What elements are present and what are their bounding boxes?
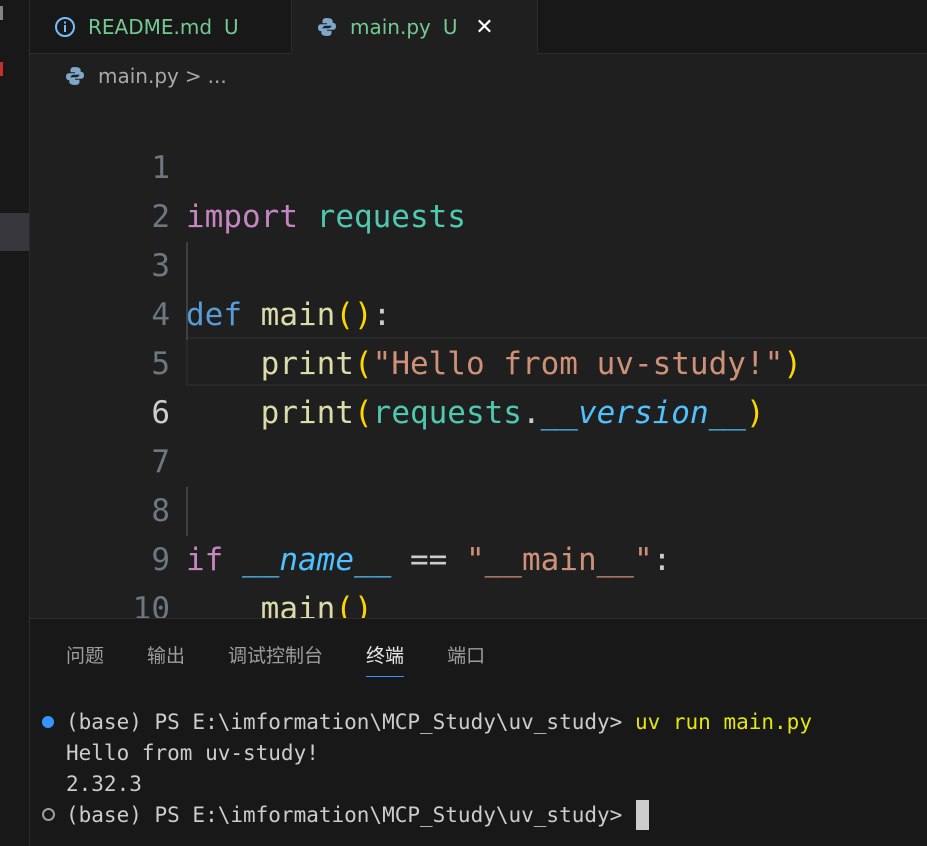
tab-output[interactable]: 输出 xyxy=(147,641,185,677)
code-line: 6 xyxy=(30,340,927,431)
tab-terminal[interactable]: 终端 xyxy=(366,641,405,677)
terminal-output: Hello from uv-study! xyxy=(66,741,319,765)
terminal-prompt: (base) PS E:\imformation\MCP_Study\uv_st… xyxy=(66,710,635,734)
tab-problems[interactable]: 问题 xyxy=(66,641,104,677)
code-line: 9 main() xyxy=(30,487,927,627)
command-idle-icon[interactable] xyxy=(42,808,55,821)
breadcrumb-symbol[interactable]: ... xyxy=(208,64,227,88)
tab-main-py[interactable]: main.py U ✕ xyxy=(292,0,538,54)
code-line: 5 print(requests.__version__) xyxy=(30,291,927,431)
code-line: 3 def main(): xyxy=(30,193,927,333)
code-editor[interactable]: 1 import requests 2 3 def main(): 4 prin… xyxy=(30,95,927,627)
terminal-command: uv run main.py xyxy=(634,710,812,734)
breadcrumb: main.py > ... xyxy=(64,62,227,90)
close-icon[interactable]: ✕ xyxy=(474,15,496,40)
code-line: 1 import requests xyxy=(30,95,927,235)
terminal-cursor xyxy=(636,800,650,830)
code-line: 7 xyxy=(30,389,927,480)
tab-label: main.py xyxy=(350,15,431,39)
activity-selected-item[interactable] xyxy=(0,213,29,251)
activity-bar xyxy=(0,0,30,846)
code-line: 4 print("Hello from uv-study!") xyxy=(30,242,927,382)
tab-readme[interactable]: README.md U xyxy=(30,0,292,53)
editor-tab-bar: README.md U main.py U ✕ xyxy=(30,0,927,54)
bottom-panel: 问题 输出 调试控制台 终端 端口 (base) PS E:\imformati… xyxy=(30,618,927,846)
python-icon xyxy=(316,16,338,38)
python-icon xyxy=(64,65,86,87)
activity-indicator xyxy=(0,6,3,20)
tab-debug-console[interactable]: 调试控制台 xyxy=(228,641,323,677)
panel-tabs: 问题 输出 调试控制台 终端 端口 xyxy=(66,641,528,677)
terminal-output: 2.32.3 xyxy=(66,772,142,796)
breadcrumb-file[interactable]: main.py xyxy=(98,64,179,88)
activity-error-indicator xyxy=(0,62,3,76)
breadcrumb-separator: > xyxy=(184,64,202,88)
info-icon xyxy=(54,16,76,38)
code-line: 8 if __name__ == "__main__": xyxy=(30,438,927,578)
untracked-badge: U xyxy=(442,15,458,39)
tab-ports[interactable]: 端口 xyxy=(447,641,485,677)
code-line: 10 xyxy=(30,536,927,627)
terminal-line: (base) PS E:\imformation\MCP_Study\uv_st… xyxy=(66,800,650,830)
terminal-prompt: (base) PS E:\imformation\MCP_Study\uv_st… xyxy=(66,803,623,827)
code-line: 2 xyxy=(30,144,927,235)
command-success-icon[interactable] xyxy=(42,716,54,728)
terminal-line: (base) PS E:\imformation\MCP_Study\uv_st… xyxy=(66,707,812,737)
tab-label: README.md xyxy=(88,14,213,39)
untracked-badge: U xyxy=(224,14,239,39)
